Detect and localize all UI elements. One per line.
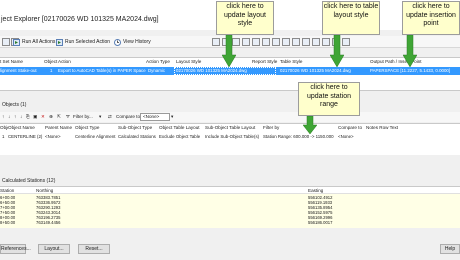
cell-compare-to[interactable]: <None>: [338, 133, 364, 141]
run-selected-action-label: Run Selected Action: [65, 39, 111, 45]
window-title: ject Explorer [02170026 WD 101325 MA2024…: [1, 16, 159, 23]
cell-sub-object-type: Calculated Stations: [118, 134, 156, 139]
header-parent-name[interactable]: Parent Name: [45, 124, 75, 132]
header-object-name[interactable]: Object Name: [8, 124, 45, 132]
header-object-table-layout[interactable]: Object Table Layout: [159, 124, 205, 132]
header-obj[interactable]: Object: [0, 124, 8, 132]
callout-layout-style: click here to update layout style: [216, 1, 274, 35]
arrow-station-range-icon: [303, 116, 317, 134]
station-value: 8+50.00: [0, 220, 16, 225]
cell-filter-by[interactable]: Station Range: 600.000 -> 1150.000: [263, 133, 338, 141]
settings-icon[interactable]: [282, 38, 290, 46]
header-compare-to[interactable]: Compare to: [338, 124, 364, 132]
filter-by-button[interactable]: Filter by...: [73, 113, 93, 121]
cell-action: Export to AutoCAD Table(s) in PAPER Spac…: [58, 68, 146, 73]
reset-button[interactable]: Reset...: [78, 244, 110, 254]
callout-insertion-point: click here to update insertion point: [402, 1, 460, 35]
cell-set-name: lignment Stake-out: [0, 68, 37, 73]
header-action[interactable]: Action: [58, 58, 146, 66]
select-icon[interactable]: ⇱: [57, 113, 61, 121]
object-row[interactable]: 1 CENTERLINE (2) <None> Centerline Align…: [0, 133, 460, 141]
history-icon: [114, 38, 121, 46]
paste-icon[interactable]: ▣: [33, 113, 37, 121]
stations-grid: Station Northing Easting 6+00.00 763383.…: [0, 186, 460, 228]
cell-object-name: CENTERLINE (2): [8, 134, 43, 139]
focus-outline: [174, 67, 276, 75]
print-icon[interactable]: [272, 38, 280, 46]
expand-icon[interactable]: ↑: [2, 113, 4, 121]
easting-value: 556186.0017: [308, 220, 333, 225]
header-station[interactable]: Station: [0, 187, 30, 194]
run-all-icon: [13, 38, 20, 46]
move-up-icon[interactable]: ↑: [14, 113, 16, 121]
link-icon[interactable]: [302, 38, 310, 46]
objects-section-label: Objects (1): [2, 102, 27, 108]
delete-row-icon[interactable]: ✕: [41, 113, 45, 121]
unlink-icon[interactable]: [312, 38, 320, 46]
compare-dropdown-icon[interactable]: ▾: [171, 113, 173, 121]
header-object-type[interactable]: Object Type: [75, 124, 117, 132]
header-table-style[interactable]: Table Style: [280, 58, 360, 66]
cell-parent-name: <None>: [45, 134, 61, 139]
compare-to-select[interactable]: <None>: [140, 113, 170, 121]
view-history-button[interactable]: View History: [114, 37, 151, 47]
cell-sub-object-table-layout[interactable]: Include Sub-Object Table(s): [205, 133, 263, 141]
header-set-name[interactable]: t Set Name: [0, 58, 44, 66]
cell-output-path[interactable]: PAPERSPACE [11.2227, 5.1433, 0.0000]: [370, 67, 460, 75]
filter-dropdown-icon[interactable]: ▾: [99, 113, 101, 121]
collapse-icon[interactable]: ↓: [8, 113, 10, 121]
chart-icon[interactable]: [242, 38, 250, 46]
cell-action-type: Dynamic: [148, 68, 166, 73]
dialog-button-bar: References... Layout... Reset... Help: [0, 240, 460, 260]
objects-toolbar: ↑ ↓ ↑ ↓ ⎘ ▣ ✕ ⊕ ⇱ ⛛ Filter by... ▾ ⇄ Com…: [0, 112, 460, 122]
action-row-selected[interactable]: lignment Stake-out 1 Export to AutoCAD T…: [0, 67, 460, 75]
header-easting[interactable]: Easting: [308, 187, 368, 194]
header-sub-object-table-layout[interactable]: Sub-Object Table Layout: [205, 124, 263, 132]
header-report-style[interactable]: Report Style: [252, 58, 280, 66]
station-row[interactable]: 8+50.00 763149.4456 556186.0017: [0, 220, 460, 225]
header-action-type[interactable]: Action Type: [146, 58, 174, 66]
run-all-actions-label: Run All Actions: [22, 39, 56, 45]
view-history-label: View History: [123, 39, 151, 45]
zoom-icon[interactable]: ⊕: [49, 113, 53, 121]
objects-grid: Object Object Name Parent Name Object Ty…: [0, 123, 460, 155]
cell-object: 1: [50, 68, 53, 73]
cell-table-style[interactable]: 02170026 WD 101325 MA2024.dwg: [280, 67, 368, 75]
stations-header-row: Station Northing Easting: [0, 187, 460, 194]
header-filter-by[interactable]: Filter by: [263, 124, 333, 132]
compare-icon[interactable]: ⇄: [108, 113, 112, 121]
callout-station-range: click here to update station range: [298, 82, 360, 116]
filter-funnel-icon[interactable]: ⛛: [66, 113, 70, 121]
move-down-icon[interactable]: ↓: [20, 113, 22, 121]
filter-icon[interactable]: [292, 38, 300, 46]
cell-object-type: Centerline Alignment: [75, 134, 116, 139]
stations-section-label: Calculated Stations (12): [2, 178, 56, 184]
header-layout-style[interactable]: Layout Style: [176, 58, 250, 66]
run-selected-icon: [56, 38, 63, 46]
header-sub-object-type[interactable]: Sub-Object Type: [118, 124, 158, 132]
header-northing[interactable]: Northing: [36, 187, 96, 194]
header-notes-row-text[interactable]: Notes Row Text: [366, 124, 416, 132]
arrow-table-layout-icon: [330, 35, 344, 67]
cell-object-table-layout[interactable]: Exclude Object Table: [159, 133, 205, 141]
copy-icon[interactable]: ⎘: [26, 113, 30, 121]
export-icon[interactable]: [262, 38, 270, 46]
layout-style-icon[interactable]: [212, 38, 220, 46]
run-all-actions-button[interactable]: Run All Actions: [13, 37, 55, 47]
layout-button[interactable]: Layout...: [38, 244, 70, 254]
run-selected-action-button[interactable]: Run Selected Action: [56, 37, 110, 47]
compare-to-label: Compare to:: [116, 114, 142, 119]
save-icon[interactable]: [2, 38, 10, 46]
grid-icon[interactable]: [252, 38, 260, 46]
callout-table-layout: click here to table layout style: [322, 1, 380, 35]
help-button[interactable]: Help: [440, 244, 460, 254]
arrow-layout-style-icon: [222, 35, 236, 67]
header-object[interactable]: Object: [44, 58, 58, 66]
northing-value: 763149.4456: [36, 220, 61, 225]
refresh-icon[interactable]: [322, 38, 330, 46]
arrow-insertion-point-icon: [403, 35, 417, 67]
references-button[interactable]: References...: [0, 244, 31, 254]
